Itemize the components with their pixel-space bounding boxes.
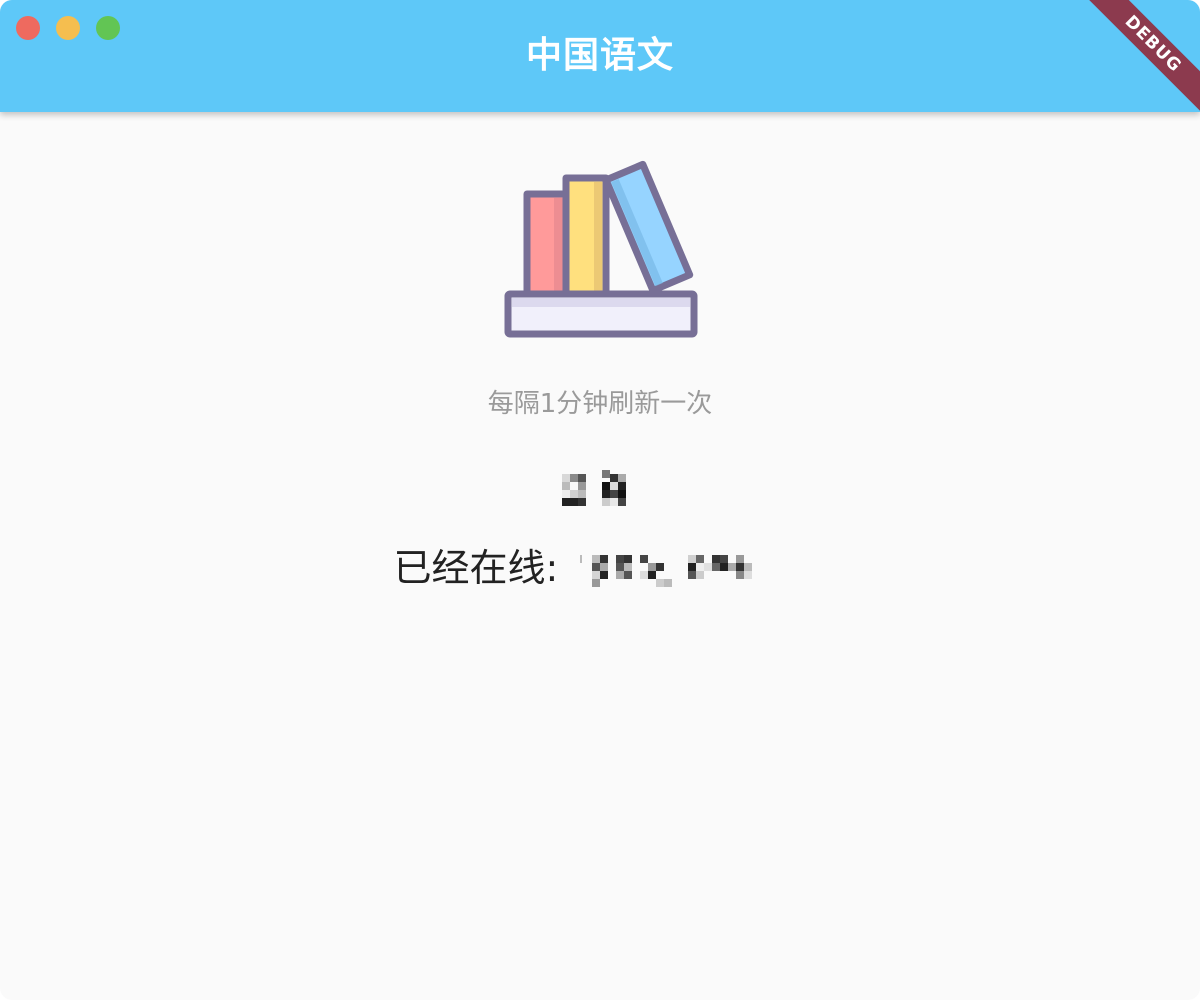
app-title: 中国语文 (525, 35, 674, 76)
app-window: 中国语文 DEBUG 每隔1分钟刷新一次 已经在线: (0, 0, 1200, 1000)
redacted-online-duration (580, 549, 806, 593)
redacted-value-row (0, 470, 1200, 512)
online-label: 已经在线: (393, 546, 559, 590)
main-content: 每隔1分钟刷新一次 已经在线: (0, 112, 1200, 1000)
books-on-shelf-icon (504, 160, 698, 338)
debug-label: DEBUG (1082, 0, 1200, 115)
online-duration: 已经在线: (0, 540, 1200, 596)
app-bar: 中国语文 (0, 0, 1200, 112)
redacted-value (562, 470, 638, 512)
debug-banner: DEBUG (1080, 0, 1200, 120)
refresh-interval-note: 每隔1分钟刷新一次 (487, 389, 713, 419)
